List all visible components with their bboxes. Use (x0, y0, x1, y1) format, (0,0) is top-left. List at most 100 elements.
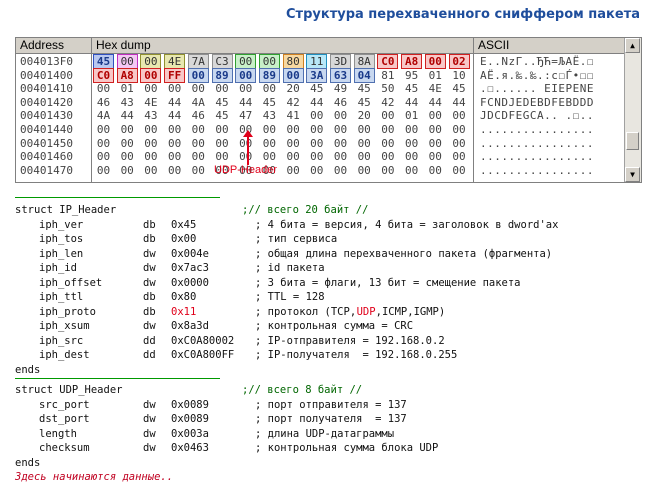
hex-byte[interactable]: 02 (448, 54, 470, 69)
hex-byte[interactable]: 00 (284, 123, 303, 136)
hex-byte[interactable]: 00 (94, 164, 113, 177)
hex-byte[interactable]: 00 (307, 150, 326, 163)
hex-byte[interactable]: 00 (355, 164, 374, 177)
hex-byte[interactable]: 00 (189, 137, 208, 150)
hex-byte[interactable]: 00 (236, 150, 255, 163)
hex-byte[interactable]: C0 (93, 67, 114, 83)
hex-byte[interactable]: 00 (307, 123, 326, 136)
hex-byte[interactable]: 00 (450, 123, 469, 136)
hex-byte[interactable]: 7A (187, 54, 209, 69)
hex-byte[interactable]: 3D (330, 54, 351, 69)
hex-byte[interactable]: 4A (94, 109, 113, 122)
hex-byte[interactable]: 00 (165, 137, 184, 150)
hex-byte[interactable]: 45 (213, 96, 232, 109)
hex-byte[interactable]: 4E (164, 54, 186, 69)
hex-byte[interactable]: 44 (307, 96, 326, 109)
hex-byte[interactable]: 4E (426, 82, 445, 95)
hex-byte[interactable]: 00 (140, 54, 162, 69)
hex-byte[interactable]: 00 (284, 137, 303, 150)
hex-byte[interactable]: 42 (378, 96, 397, 109)
hex-byte[interactable]: 45 (450, 82, 469, 95)
hex-byte[interactable]: 00 (426, 150, 445, 163)
hex-byte[interactable]: 00 (450, 137, 469, 150)
hex-byte[interactable]: 00 (450, 109, 469, 122)
hex-byte[interactable]: 89 (258, 67, 280, 83)
hex-byte[interactable]: A8 (401, 54, 423, 69)
hex-byte[interactable]: 00 (213, 137, 232, 150)
hex-byte[interactable]: 00 (282, 67, 304, 83)
hex-byte[interactable]: 4A (189, 96, 208, 109)
hex-byte[interactable]: 00 (378, 123, 397, 136)
hex-byte[interactable]: 00 (331, 150, 350, 163)
hex-byte[interactable]: 00 (307, 164, 326, 177)
hex-byte[interactable]: 00 (189, 82, 208, 95)
hex-byte[interactable]: 00 (331, 164, 350, 177)
hex-byte[interactable]: 43 (260, 109, 279, 122)
hex-byte[interactable]: 00 (331, 123, 350, 136)
hex-byte[interactable]: 44 (450, 96, 469, 109)
hex-byte[interactable]: 00 (236, 137, 255, 150)
hex-byte[interactable]: 00 (141, 137, 160, 150)
hex-byte[interactable]: 00 (426, 123, 445, 136)
hex-byte[interactable]: 47 (236, 109, 255, 122)
hex-byte[interactable]: 43 (141, 109, 160, 122)
hex-byte[interactable]: 00 (141, 164, 160, 177)
hex-byte[interactable]: 45 (213, 109, 232, 122)
hex-byte[interactable]: 20 (355, 109, 374, 122)
hex-byte[interactable]: 44 (402, 96, 421, 109)
hex-byte[interactable]: 45 (355, 96, 374, 109)
hex-byte[interactable]: 00 (187, 67, 209, 83)
hex-byte[interactable]: 00 (94, 137, 113, 150)
hex-byte[interactable]: 00 (94, 150, 113, 163)
hex-byte[interactable]: 00 (118, 150, 137, 163)
hex-byte[interactable]: 00 (165, 150, 184, 163)
hex-byte[interactable]: 44 (118, 109, 137, 122)
hex-byte[interactable]: 43 (118, 96, 137, 109)
hex-byte[interactable]: 00 (118, 123, 137, 136)
hex-byte[interactable]: 00 (258, 54, 280, 69)
vertical-scrollbar[interactable]: ▲ ▼ (624, 38, 641, 182)
hex-byte[interactable]: 00 (378, 150, 397, 163)
hex-byte[interactable]: 50 (378, 82, 397, 95)
address-column-header[interactable]: Address (16, 38, 92, 54)
hex-byte[interactable]: 00 (189, 164, 208, 177)
hex-byte[interactable]: 81 (378, 69, 397, 82)
hex-byte[interactable]: 41 (284, 109, 303, 122)
hex-byte[interactable]: 11 (306, 54, 328, 69)
hex-byte[interactable]: 00 (284, 164, 303, 177)
hex-byte[interactable]: 95 (402, 69, 421, 82)
hex-byte[interactable]: 20 (284, 82, 303, 95)
hex-byte[interactable]: 00 (378, 164, 397, 177)
hex-byte[interactable]: 04 (353, 67, 375, 83)
hex-byte[interactable]: 44 (165, 109, 184, 122)
hex-byte[interactable]: 45 (93, 54, 114, 69)
hex-byte[interactable]: 00 (355, 150, 374, 163)
hex-byte[interactable]: 00 (140, 67, 162, 83)
hex-byte[interactable]: 46 (331, 96, 350, 109)
hex-byte[interactable]: 00 (165, 164, 184, 177)
hex-byte[interactable]: 01 (402, 109, 421, 122)
scroll-up-icon[interactable]: ▲ (625, 38, 640, 53)
hex-byte[interactable]: 49 (331, 82, 350, 95)
hex-byte[interactable]: 00 (235, 54, 257, 69)
hex-byte[interactable]: 46 (94, 96, 113, 109)
hex-byte[interactable]: 10 (450, 69, 469, 82)
hex-byte[interactable]: 00 (402, 123, 421, 136)
hex-byte[interactable]: 00 (402, 164, 421, 177)
hex-byte[interactable]: 00 (355, 137, 374, 150)
hex-byte[interactable]: 00 (116, 54, 138, 69)
hex-byte[interactable]: 00 (94, 123, 113, 136)
hex-byte[interactable]: 00 (450, 164, 469, 177)
hex-column-header[interactable]: Hex dump (92, 38, 474, 54)
hex-byte[interactable]: 00 (426, 137, 445, 150)
hex-byte[interactable]: 00 (235, 67, 257, 83)
hex-byte[interactable]: 01 (426, 69, 445, 82)
hex-dump-panel[interactable]: Address Hex dump ASCII 004013F0 45 00 00 4E 7… (15, 37, 642, 183)
hex-byte[interactable]: 44 (236, 96, 255, 109)
hex-byte[interactable]: 45 (402, 82, 421, 95)
hex-byte[interactable]: C3 (211, 54, 233, 69)
hex-byte[interactable]: 8A (353, 54, 375, 69)
hex-byte[interactable]: 00 (331, 109, 350, 122)
hex-byte[interactable]: 00 (94, 82, 113, 95)
hex-byte[interactable]: 80 (282, 54, 304, 69)
